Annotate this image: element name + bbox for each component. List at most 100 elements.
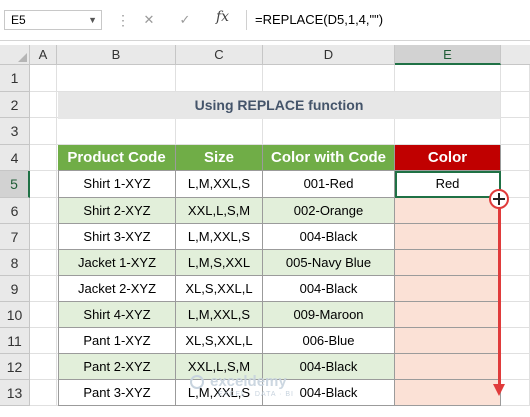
grid-cell[interactable]	[30, 171, 57, 198]
column-header-b[interactable]: B	[57, 45, 176, 65]
cell-size[interactable]: L,M,XXL,S	[176, 302, 263, 328]
grid-cell[interactable]	[30, 302, 57, 328]
formula-bar: E5 ▼ ⋮ ✕ ✓ fx =REPLACE(D5,1,4,"")	[0, 0, 530, 41]
cell-color-with-code[interactable]: 004-Black	[263, 276, 395, 302]
row-header-1[interactable]: 1	[0, 65, 30, 92]
cell-product-code[interactable]: Shirt 2-XYZ	[58, 198, 176, 224]
insert-function-icon[interactable]: fx	[216, 9, 229, 25]
row-header-8[interactable]: 8	[0, 250, 30, 276]
column-header-e[interactable]: E	[395, 45, 501, 65]
grid-cell[interactable]	[395, 118, 501, 145]
header-size: Size	[176, 145, 263, 171]
grid-cell[interactable]	[501, 276, 530, 302]
grid-cell[interactable]	[501, 145, 530, 171]
grid-cell[interactable]	[501, 92, 530, 118]
row-header-12[interactable]: 12	[0, 354, 30, 380]
cell-product-code[interactable]: Pant 1-XYZ	[58, 328, 176, 354]
cell-size[interactable]: XXL,L,S,M	[176, 198, 263, 224]
cell-color-with-code[interactable]: 009-Maroon	[263, 302, 395, 328]
section-title: Using REPLACE function	[58, 92, 500, 119]
row-header-5[interactable]: 5	[0, 171, 30, 198]
cell-color[interactable]	[395, 354, 501, 380]
column-header-a[interactable]: A	[30, 45, 57, 65]
select-all-corner[interactable]	[0, 45, 30, 65]
cell-size[interactable]: L,M,S,XXL	[176, 250, 263, 276]
grid-cell[interactable]	[501, 354, 530, 380]
cell-size[interactable]: L,M,XXL,S	[176, 171, 263, 198]
cell-color[interactable]	[395, 198, 501, 224]
chevron-down-icon[interactable]: ▼	[88, 11, 97, 29]
cell-color[interactable]	[395, 380, 501, 406]
cell-color[interactable]	[395, 302, 501, 328]
cell-color-with-code[interactable]: 004-Black	[263, 224, 395, 250]
grid-cell[interactable]	[30, 198, 57, 224]
cell-color-with-code[interactable]: 002-Orange	[263, 198, 395, 224]
grid-cell[interactable]	[263, 118, 395, 145]
cell-color-with-code[interactable]: 006-Blue	[263, 328, 395, 354]
header-color: Color	[395, 145, 501, 171]
grid-cell[interactable]	[30, 354, 57, 380]
grid-cell[interactable]	[30, 276, 57, 302]
grid-cell[interactable]	[501, 224, 530, 250]
row-header-10[interactable]: 10	[0, 302, 30, 328]
grid-cell[interactable]	[30, 145, 57, 171]
row-header-7[interactable]: 7	[0, 224, 30, 250]
cell-product-code[interactable]: Jacket 1-XYZ	[58, 250, 176, 276]
grid-cell[interactable]	[30, 380, 57, 406]
column-header-d[interactable]: D	[263, 45, 395, 65]
cell-size[interactable]: XL,S,XXL,L	[176, 276, 263, 302]
grid-cell[interactable]	[30, 118, 57, 145]
formula-input[interactable]: =REPLACE(D5,1,4,"")	[246, 10, 526, 30]
grid-cell[interactable]	[263, 65, 395, 92]
grid-cell[interactable]	[57, 118, 176, 145]
cell-product-code[interactable]: Pant 2-XYZ	[58, 354, 176, 380]
watermark-brand: exceldemy	[210, 373, 287, 390]
header-color-with-code: Color with Code	[263, 145, 395, 171]
grid-cell[interactable]	[501, 250, 530, 276]
cell-color[interactable]: Red	[395, 171, 501, 198]
cell-size[interactable]: XL,S,XXL,L	[176, 328, 263, 354]
cell-product-code[interactable]: Shirt 4-XYZ	[58, 302, 176, 328]
cell-product-code[interactable]: Jacket 2-XYZ	[58, 276, 176, 302]
grid-cell[interactable]	[501, 328, 530, 354]
row-header-2[interactable]: 2	[0, 92, 30, 118]
cell-color[interactable]	[395, 276, 501, 302]
cell-color-with-code[interactable]: 001-Red	[263, 171, 395, 198]
row-header-6[interactable]: 6	[0, 198, 30, 224]
grid-cell[interactable]	[30, 328, 57, 354]
fill-drag-arrow-line	[498, 205, 501, 385]
header-product-code: Product Code	[58, 145, 176, 171]
row-header-4[interactable]: 4	[0, 145, 30, 171]
grid-cell[interactable]	[501, 380, 530, 406]
column-header-c[interactable]: C	[176, 45, 263, 65]
grid-cell[interactable]	[57, 65, 176, 92]
grid-cell[interactable]	[176, 118, 263, 145]
grid-cell[interactable]	[30, 65, 57, 92]
grid-cell[interactable]	[501, 118, 530, 145]
row-header-13[interactable]: 13	[0, 380, 30, 406]
cell-color[interactable]	[395, 328, 501, 354]
fill-drag-arrow-head-icon	[493, 384, 505, 396]
grid-cell[interactable]	[30, 250, 57, 276]
cell-color-with-code[interactable]: 005-Navy Blue	[263, 250, 395, 276]
row-header-11[interactable]: 11	[0, 328, 30, 354]
cell-color[interactable]	[395, 250, 501, 276]
grid-cell[interactable]	[501, 65, 530, 92]
grid-cell[interactable]	[176, 65, 263, 92]
cell-product-code[interactable]: Shirt 3-XYZ	[58, 224, 176, 250]
cell-product-code[interactable]: Shirt 1-XYZ	[58, 171, 176, 198]
grid-cell[interactable]	[395, 65, 501, 92]
cell-size[interactable]: L,M,XXL,S	[176, 224, 263, 250]
name-box[interactable]: E5 ▼	[4, 10, 102, 30]
enter-check-icon[interactable]: ✓	[176, 10, 194, 30]
grid-cell[interactable]	[501, 302, 530, 328]
drag-grip-icon: ⋮	[116, 12, 130, 28]
cancel-icon[interactable]: ✕	[140, 10, 158, 30]
column-header-f[interactable]	[501, 45, 530, 65]
cell-color[interactable]	[395, 224, 501, 250]
grid-cell[interactable]	[30, 224, 57, 250]
grid-cell[interactable]	[30, 92, 57, 118]
row-header-9[interactable]: 9	[0, 276, 30, 302]
row-header-3[interactable]: 3	[0, 118, 30, 145]
cell-product-code[interactable]: Pant 3-XYZ	[58, 380, 176, 406]
